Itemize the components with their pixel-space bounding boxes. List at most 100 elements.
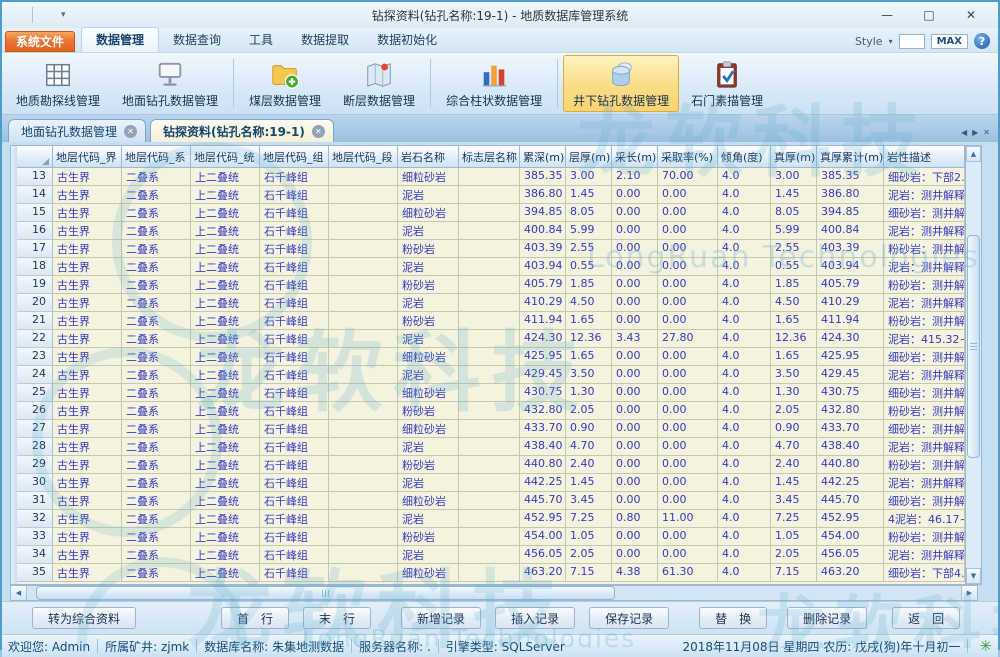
table-cell[interactable]: 7.15 [771,564,817,582]
table-cell[interactable]: 泥岩：415.32~418. [884,330,965,348]
table-cell[interactable]: 5.99 [771,222,817,240]
table-cell[interactable] [329,384,398,402]
table-cell[interactable]: 古生界 [53,204,122,222]
table-cell[interactable] [459,366,520,384]
table-cell[interactable]: 二叠系 [122,240,191,258]
row-number[interactable]: 25 [17,384,53,402]
table-cell[interactable]: 二叠系 [122,186,191,204]
table-cell[interactable]: 456.05 [520,546,566,564]
table-cell[interactable]: 石千峰组 [260,312,329,330]
table-cell[interactable]: 石千峰组 [260,528,329,546]
table-cell[interactable]: 0.00 [658,420,718,438]
table-cell[interactable]: 0.00 [612,492,658,510]
table-cell[interactable]: 细砂岩：测井解释. [884,204,965,222]
table-cell[interactable]: 0.00 [612,384,658,402]
table-cell[interactable]: 二叠系 [122,528,191,546]
table-cell[interactable]: 0.00 [658,492,718,510]
table-cell[interactable]: 石千峰组 [260,258,329,276]
table-cell[interactable]: 8.05 [566,204,612,222]
table-cell[interactable]: 细粒砂岩 [398,564,459,582]
table-cell[interactable]: 456.05 [817,546,884,564]
table-cell[interactable]: 4泥岩：46.17~446. [884,510,965,528]
table-cell[interactable]: 8.05 [771,204,817,222]
ribbon-tab[interactable]: 数据提取 [287,28,363,52]
table-cell[interactable]: 2.55 [566,240,612,258]
table-cell[interactable]: 细粒砂岩 [398,492,459,510]
table-cell[interactable]: 440.80 [817,456,884,474]
action-button[interactable]: 转为综合资料 [32,607,136,629]
table-cell[interactable]: 12.36 [771,330,817,348]
table-cell[interactable]: 上二叠统 [191,276,260,294]
table-cell[interactable]: 粉砂岩：测井解释. [884,456,965,474]
table-cell[interactable]: 463.20 [817,564,884,582]
select-all-corner[interactable]: ◢ [17,146,53,168]
table-cell[interactable]: 0.55 [566,258,612,276]
table-cell[interactable]: 0.00 [612,312,658,330]
table-cell[interactable]: 4.0 [718,186,771,204]
row-number[interactable]: 35 [17,564,53,582]
table-cell[interactable]: 泥岩 [398,474,459,492]
table-cell[interactable] [459,240,520,258]
table-cell[interactable]: 4.0 [718,438,771,456]
table-cell[interactable]: 古生界 [53,258,122,276]
table-cell[interactable] [329,186,398,204]
column-header[interactable]: 岩性描述 [884,146,965,168]
table-cell[interactable]: 粉砂岩 [398,276,459,294]
table-cell[interactable]: 0.00 [658,186,718,204]
row-number[interactable]: 30 [17,474,53,492]
row-number[interactable]: 15 [17,204,53,222]
row-number[interactable]: 27 [17,420,53,438]
table-cell[interactable]: 古生界 [53,456,122,474]
table-cell[interactable]: 石千峰组 [260,168,329,186]
table-cell[interactable]: 433.70 [817,420,884,438]
table-cell[interactable]: 泥岩：测井解释. [884,546,965,564]
table-cell[interactable]: 0.55 [771,258,817,276]
ribbon-tab[interactable]: 数据管理 [81,27,159,52]
table-cell[interactable]: 古生界 [53,564,122,582]
table-cell[interactable]: 433.70 [520,420,566,438]
table-cell[interactable]: 二叠系 [122,222,191,240]
table-cell[interactable]: 古生界 [53,186,122,204]
table-cell[interactable]: 泥岩 [398,258,459,276]
table-cell[interactable]: 5.99 [566,222,612,240]
table-cell[interactable]: 4.0 [718,384,771,402]
toolbar-button[interactable]: 石门素描管理 [681,55,773,112]
table-cell[interactable]: 385.35 [520,168,566,186]
row-number[interactable]: 26 [17,402,53,420]
table-cell[interactable]: 古生界 [53,528,122,546]
table-cell[interactable]: 石千峰组 [260,492,329,510]
table-cell[interactable]: 古生界 [53,384,122,402]
toolbar-button[interactable]: 断层数据管理 [333,55,425,112]
table-cell[interactable]: 泥岩：测井解释. [884,438,965,456]
table-cell[interactable]: 1.45 [566,186,612,204]
table-cell[interactable]: 细粒砂岩 [398,168,459,186]
table-cell[interactable]: 0.00 [658,222,718,240]
table-cell[interactable]: 61.30 [658,564,718,582]
table-cell[interactable]: 0.00 [612,546,658,564]
close-button[interactable]: ✕ [958,6,984,24]
table-cell[interactable]: 上二叠统 [191,258,260,276]
table-cell[interactable]: 二叠系 [122,276,191,294]
tab-close-all-icon[interactable]: ✕ [983,128,990,137]
table-cell[interactable]: 粉砂岩：测井解释. [884,312,965,330]
table-cell[interactable]: 403.94 [817,258,884,276]
h-scroll-track[interactable] [27,586,961,600]
table-cell[interactable]: 石千峰组 [260,456,329,474]
table-cell[interactable]: 425.95 [520,348,566,366]
table-cell[interactable]: 0.00 [612,366,658,384]
table-cell[interactable]: 石千峰组 [260,276,329,294]
column-header[interactable]: 倾角(度) [718,146,771,168]
table-cell[interactable]: 400.84 [520,222,566,240]
table-cell[interactable]: 古生界 [53,366,122,384]
table-cell[interactable]: 3.45 [771,492,817,510]
table-cell[interactable]: 石千峰组 [260,294,329,312]
table-cell[interactable]: 泥岩：测井解释. [884,258,965,276]
table-cell[interactable]: 石千峰组 [260,564,329,582]
table-cell[interactable]: 上二叠统 [191,402,260,420]
column-header[interactable]: 地层代码_系 [122,146,191,168]
table-cell[interactable]: 1.45 [566,474,612,492]
row-number[interactable]: 22 [17,330,53,348]
table-cell[interactable]: 454.00 [520,528,566,546]
table-cell[interactable]: 410.29 [520,294,566,312]
row-number[interactable]: 14 [17,186,53,204]
